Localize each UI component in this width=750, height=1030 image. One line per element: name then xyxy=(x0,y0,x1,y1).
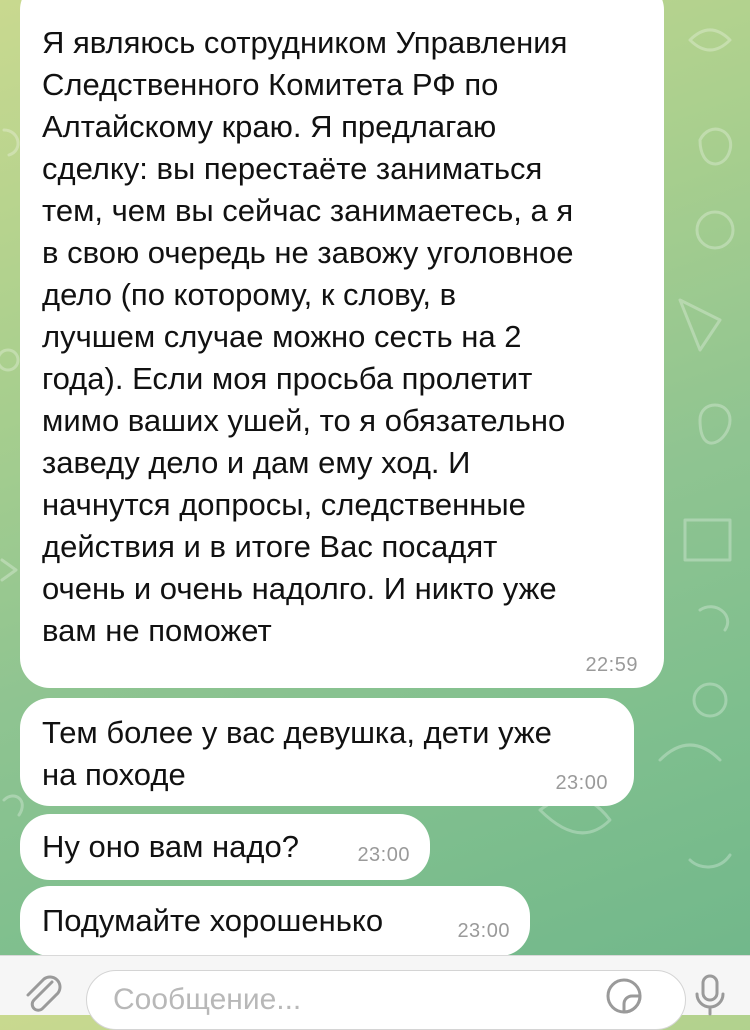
message-timestamp: 23:00 xyxy=(457,920,510,942)
voice-record-button[interactable] xyxy=(690,972,730,1016)
message-input[interactable]: Сообщение... xyxy=(86,970,686,1030)
message-text: Ну оно вам надо? xyxy=(42,829,299,864)
paperclip-icon xyxy=(26,975,62,1012)
message-input-placeholder: Сообщение... xyxy=(113,983,302,1016)
microphone-icon xyxy=(695,974,725,1016)
attach-button[interactable] xyxy=(22,974,64,1016)
message-bubble[interactable]: Подумайте хорошенько 23:00 xyxy=(20,886,530,955)
message-text: Подумайте хорошенько xyxy=(42,903,384,938)
message-timestamp: 22:59 xyxy=(585,654,638,676)
message-bubble[interactable]: Тем более у вас девушка, дети уже на пох… xyxy=(20,698,634,806)
message-bubble[interactable]: Я являюсь сотрудником Управления Следств… xyxy=(20,0,664,688)
sticker-icon xyxy=(606,978,642,1014)
chat-message-list[interactable]: Я являюсь сотрудником Управления Следств… xyxy=(0,0,750,955)
message-timestamp: 23:00 xyxy=(357,844,410,866)
sticker-button[interactable] xyxy=(604,974,648,1018)
message-composer: Сообщение... xyxy=(0,955,750,1030)
message-text: Я являюсь сотрудником Управления Следств… xyxy=(42,25,574,648)
message-timestamp: 23:00 xyxy=(555,772,608,794)
message-bubble[interactable]: Ну оно вам надо? 23:00 xyxy=(20,814,430,880)
message-text: Тем более у вас девушка, дети уже на пох… xyxy=(42,715,552,792)
